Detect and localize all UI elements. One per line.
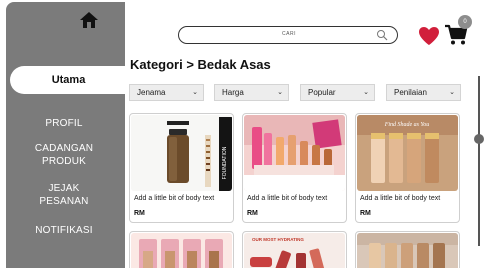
heart-icon[interactable]: [418, 26, 440, 46]
product-image: [131, 233, 232, 268]
sidebar-item-utama[interactable]: Utama: [10, 66, 127, 94]
filter-harga[interactable]: Harga ⌄: [214, 84, 289, 101]
product-image: [357, 233, 458, 268]
product-description: Add a little bit of body text: [134, 195, 215, 202]
product-image: [244, 115, 345, 191]
product-image: Find Shade as You: [357, 115, 458, 191]
sidebar: PROFIL CADANGAN PRODUK JEJAK PESANAN NOT…: [6, 2, 125, 268]
filter-popular-label: Popular: [308, 88, 336, 97]
search-input[interactable]: CARI: [178, 26, 398, 44]
product-card[interactable]: [129, 231, 234, 268]
app-frame: PROFIL CADANGAN PRODUK JEJAK PESANAN NOT…: [0, 0, 485, 268]
sidebar-item-notifikasi[interactable]: NOTIFIKASI: [12, 224, 116, 237]
chevron-down-icon: ⌄: [277, 89, 283, 96]
product-card[interactable]: OUR MOST HYDRATING: [242, 231, 347, 268]
product-price: RM: [360, 210, 371, 217]
filter-popular[interactable]: Popular ⌄: [300, 84, 375, 101]
product-card[interactable]: Find Shade as You Add a little bit of bo…: [355, 113, 460, 223]
product-image: FOUNDATION: [131, 115, 232, 191]
product-description: Add a little bit of body text: [360, 195, 441, 202]
scrollbar-thumb[interactable]: [474, 134, 484, 144]
product-card[interactable]: FOUNDATION Add a little bit of body text…: [129, 113, 234, 223]
filter-harga-label: Harga: [222, 88, 244, 97]
product-image: OUR MOST HYDRATING: [244, 233, 345, 268]
sidebar-item-profil[interactable]: PROFIL: [12, 117, 116, 130]
product-card[interactable]: [355, 231, 460, 268]
filter-jenama-label: Jenama: [137, 88, 166, 97]
sidebar-item-cadangan-produk[interactable]: CADANGAN PRODUK: [12, 142, 116, 168]
home-icon[interactable]: [80, 12, 98, 28]
product-description: Add a little bit of body text: [247, 195, 328, 202]
chevron-down-icon: ⌄: [363, 89, 369, 96]
scrollbar-track[interactable]: [478, 76, 480, 246]
search-icon[interactable]: [376, 29, 388, 41]
product-card[interactable]: Add a little bit of body text RM: [242, 113, 347, 223]
product-price: RM: [247, 210, 258, 217]
product-image-label: FOUNDATION: [222, 146, 228, 179]
cart-count-badge: 0: [458, 15, 472, 29]
page-title: Kategori > Bedak Asas: [130, 57, 271, 72]
product-image-label: Find Shade as You: [384, 122, 430, 128]
product-price: RM: [134, 210, 145, 217]
filter-jenama[interactable]: Jenama ⌄: [129, 84, 204, 101]
chevron-down-icon: ⌄: [192, 89, 198, 96]
filter-penilaian-label: Penilaian: [394, 88, 427, 97]
search-placeholder: CARI: [282, 31, 296, 37]
chevron-down-icon: ⌄: [449, 89, 455, 96]
sidebar-item-jejak-pesanan[interactable]: JEJAK PESANAN: [12, 182, 116, 208]
filter-penilaian[interactable]: Penilaian ⌄: [386, 84, 461, 101]
product-image-label: OUR MOST HYDRATING: [252, 237, 304, 242]
